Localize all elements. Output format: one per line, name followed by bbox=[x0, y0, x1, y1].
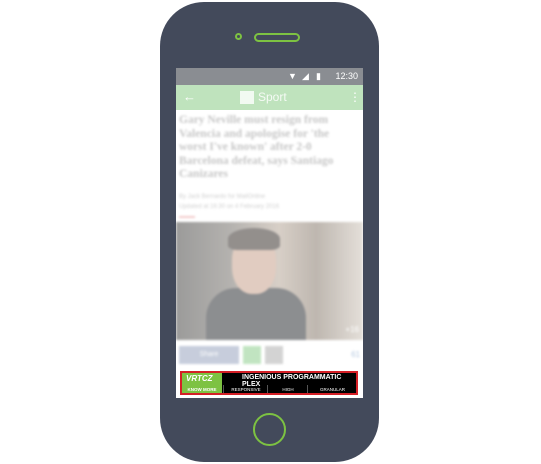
overflow-menu-icon[interactable]: ⋮ bbox=[349, 90, 361, 104]
wifi-icon: ▼ bbox=[288, 71, 297, 81]
photo-figure-hair bbox=[228, 228, 280, 250]
home-button[interactable] bbox=[253, 413, 286, 446]
photo-figure-body bbox=[206, 288, 306, 340]
phone-screen: ▼ ◢ ▮ 12:30 ← Sport ⋮ Gary Neville must … bbox=[176, 68, 363, 398]
photo-count: +16 bbox=[345, 325, 359, 334]
front-camera-icon bbox=[235, 33, 242, 40]
facebook-share-button[interactable]: Share bbox=[179, 346, 239, 364]
article-content: Gary Neville must resign from Valencia a… bbox=[176, 110, 363, 370]
article-updated: Updated at 16:30 on 4 February 2016 bbox=[179, 204, 280, 210]
divider bbox=[179, 216, 195, 218]
status-time: 12:30 bbox=[335, 71, 358, 81]
app-logo-icon bbox=[240, 91, 254, 104]
ad-logo: VRTCZ bbox=[182, 373, 222, 385]
share-bar: Share 61 bbox=[176, 344, 363, 366]
ad-feature-1: RESPONSIVE DESIGN bbox=[223, 385, 268, 393]
ad-feature-3: GRANULAR REPORTING bbox=[307, 385, 356, 393]
back-arrow-icon[interactable]: ← bbox=[183, 89, 196, 104]
article-photo[interactable]: +16 bbox=[176, 222, 363, 340]
message-icon[interactable] bbox=[265, 346, 283, 364]
ad-feature-2: HIGH ENGAGEMENT bbox=[267, 385, 308, 393]
know-more-button[interactable]: KNOW MORE bbox=[182, 385, 222, 393]
app-bar: ← Sport ⋮ bbox=[176, 85, 363, 110]
whatsapp-icon[interactable] bbox=[243, 346, 261, 364]
ad-banner[interactable]: VRTCZ INGENIOUS PROGRAMMATIC PLEX KNOW M… bbox=[180, 371, 358, 395]
status-bar: ▼ ◢ ▮ 12:30 bbox=[176, 68, 363, 85]
share-count: 61 bbox=[351, 350, 360, 359]
battery-icon: ▮ bbox=[316, 71, 321, 81]
phone-frame: ▼ ◢ ▮ 12:30 ← Sport ⋮ Gary Neville must … bbox=[160, 2, 379, 462]
signal-icon: ◢ bbox=[302, 71, 309, 81]
section-title: Sport bbox=[258, 90, 287, 104]
article-byline: By Jack Bernardo for MailOnline bbox=[179, 194, 266, 200]
article-headline: Gary Neville must resign from Valencia a… bbox=[179, 114, 334, 180]
speaker-grille bbox=[254, 33, 300, 42]
